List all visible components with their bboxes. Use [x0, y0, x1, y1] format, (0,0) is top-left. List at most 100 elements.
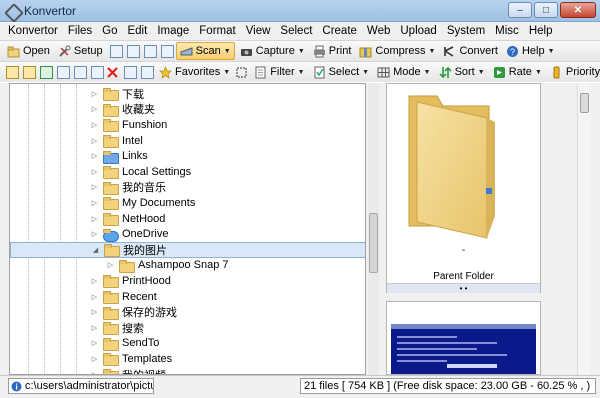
expand-arrow-icon[interactable]: ▷	[90, 339, 99, 347]
title-bar: Konvertor – □ ✕	[0, 0, 600, 22]
preview-scrollbar[interactable]	[577, 83, 590, 375]
expand-arrow-icon[interactable]: ▷	[90, 152, 99, 160]
parent-folder-thumbnail[interactable]: - Parent Folder • •	[386, 83, 541, 293]
priority-icon	[550, 66, 563, 79]
menu-system[interactable]: System	[447, 25, 485, 37]
menu-select[interactable]: Select	[280, 25, 312, 37]
image-thumbnail[interactable]	[386, 301, 541, 375]
tree-item[interactable]: ▷我的视频	[10, 367, 365, 374]
tree-item[interactable]: ▷ OneDrive	[10, 226, 365, 242]
expand-arrow-icon[interactable]: ▷	[90, 355, 99, 363]
konvertor-app-icon[interactable]	[5, 4, 19, 18]
capture-button[interactable]: Capture ▼	[237, 42, 308, 60]
print-button[interactable]: Print	[310, 42, 355, 60]
fullscreen-icon[interactable]	[160, 44, 174, 58]
folder-up-icon[interactable]	[23, 65, 36, 79]
help-button[interactable]: ? Help ▼	[503, 42, 558, 60]
menu-go[interactable]: Go	[102, 25, 117, 37]
favorites-button[interactable]: Favorites ▼	[156, 63, 233, 81]
panes-icon[interactable]	[126, 44, 140, 58]
crop-icon[interactable]	[235, 66, 248, 79]
tree-item-label: Local Settings	[122, 165, 192, 178]
expand-arrow-icon[interactable]: ▷	[90, 293, 99, 301]
minimize-button[interactable]: –	[508, 2, 532, 18]
menu-image[interactable]: Image	[157, 25, 189, 37]
menu-format[interactable]: Format	[199, 25, 235, 37]
tree-item[interactable]: ▷ 下载	[10, 86, 365, 102]
tree-item[interactable]: ▷ NetHood	[10, 211, 365, 227]
expand-arrow-icon[interactable]: ▷	[90, 230, 99, 238]
convert-button[interactable]: Convert	[440, 42, 501, 60]
expand-arrow-icon[interactable]: ▷	[90, 183, 99, 191]
mode-button[interactable]: Mode ▼	[374, 63, 433, 81]
tree-item[interactable]: ▷ Templates	[10, 351, 365, 367]
tree-item[interactable]: ◢ 我的图片	[10, 242, 365, 258]
priority-button[interactable]: Priority▼	[547, 63, 600, 81]
menu-help[interactable]: Help	[529, 25, 553, 37]
list-icon[interactable]	[143, 44, 157, 58]
layout-icon[interactable]	[109, 44, 123, 58]
tree-item[interactable]: ▷ 收藏夹	[10, 102, 365, 118]
tree-item[interactable]: ▷ Ashampoo Snap 7	[10, 258, 365, 274]
delete-icon[interactable]	[106, 66, 119, 79]
paste-icon[interactable]	[91, 65, 104, 79]
rate-button[interactable]: Rate ▼	[490, 63, 545, 81]
tree-item[interactable]: ▷ PrintHood	[10, 273, 365, 289]
menu-upload[interactable]: Upload	[400, 25, 436, 37]
copy-icon[interactable]	[57, 65, 70, 79]
expand-arrow-icon[interactable]: ▷	[90, 121, 99, 129]
expand-arrow-icon[interactable]: ▷	[90, 308, 99, 316]
new-folder-icon[interactable]	[6, 65, 19, 79]
tree-item[interactable]: ▷ Links	[10, 148, 365, 164]
move-icon[interactable]	[74, 65, 87, 79]
tree-scrollbar[interactable]	[368, 83, 379, 375]
tree-item[interactable]: ▷ Intel	[10, 133, 365, 149]
tree-item[interactable]: ▷ SendTo	[10, 336, 365, 352]
menu-konvertor[interactable]: Konvertor	[8, 25, 58, 37]
expand-arrow-icon[interactable]: ▷	[90, 215, 99, 223]
rename-icon[interactable]	[141, 65, 154, 79]
chevron-down-icon: ▼	[534, 68, 542, 76]
expand-arrow-icon[interactable]: ▷	[90, 90, 99, 98]
menu-view[interactable]: View	[246, 25, 271, 37]
tree-item[interactable]: ▷ Recent	[10, 289, 365, 305]
scan-button[interactable]: Scan ▼	[175, 42, 235, 60]
expand-arrow-icon[interactable]: ▷	[90, 168, 99, 176]
select-button[interactable]: Select ▼	[310, 63, 373, 81]
tree-item[interactable]: ▷ 搜索	[10, 320, 365, 336]
maximize-button[interactable]: □	[534, 2, 558, 18]
expand-arrow-icon[interactable]: ▷	[90, 137, 99, 145]
folder-icon	[103, 291, 119, 305]
filter-button[interactable]: Filter ▼	[251, 63, 307, 81]
menu-create[interactable]: Create	[322, 25, 357, 37]
expand-arrow-icon[interactable]: ▷	[90, 199, 99, 207]
collapse-arrow-icon[interactable]: ◢	[91, 246, 100, 254]
tree-item[interactable]: ▷ Funshion	[10, 117, 365, 133]
tree-scrollbar-thumb[interactable]	[369, 213, 378, 273]
status-path-field[interactable]: c:\users\administrator\pictur	[8, 378, 154, 394]
expand-arrow-icon[interactable]: ▷	[106, 261, 115, 269]
folder-tree[interactable]: ▷ 下载 ▷ 收藏夹 ▷ Funshion ▷ Intel ▷ Links ▷ Local Setti…	[9, 83, 366, 375]
tree-item[interactable]: ▷ 保存的游戏	[10, 304, 365, 320]
menu-misc[interactable]: Misc	[495, 25, 519, 37]
expand-arrow-icon[interactable]: ▷	[90, 277, 99, 285]
setup-button[interactable]: Setup	[55, 42, 106, 60]
edit-icon[interactable]	[124, 65, 137, 79]
close-button[interactable]: ✕	[560, 2, 596, 18]
preview-scrollbar-thumb[interactable]	[580, 93, 589, 113]
tree-item[interactable]: ▷ Local Settings	[10, 164, 365, 180]
open-button[interactable]: Open	[4, 42, 53, 60]
main-area: ▷ 下载 ▷ 收藏夹 ▷ Funshion ▷ Intel ▷ Links ▷ Local Setti…	[0, 83, 600, 375]
menu-edit[interactable]: Edit	[127, 25, 147, 37]
expand-arrow-icon[interactable]: ▷	[90, 105, 99, 113]
sort-button[interactable]: Sort ▼	[436, 63, 488, 81]
tree-item[interactable]: ▷ My Documents	[10, 195, 365, 211]
chevron-down-icon: ▼	[423, 68, 431, 76]
home-icon[interactable]	[40, 65, 53, 79]
menu-files[interactable]: Files	[68, 25, 92, 37]
archive-icon	[359, 45, 372, 58]
tree-item[interactable]: ▷ 我的音乐	[10, 180, 365, 196]
menu-web[interactable]: Web	[367, 25, 390, 37]
expand-arrow-icon[interactable]: ▷	[90, 324, 99, 332]
compress-button[interactable]: Compress ▼	[356, 42, 438, 60]
